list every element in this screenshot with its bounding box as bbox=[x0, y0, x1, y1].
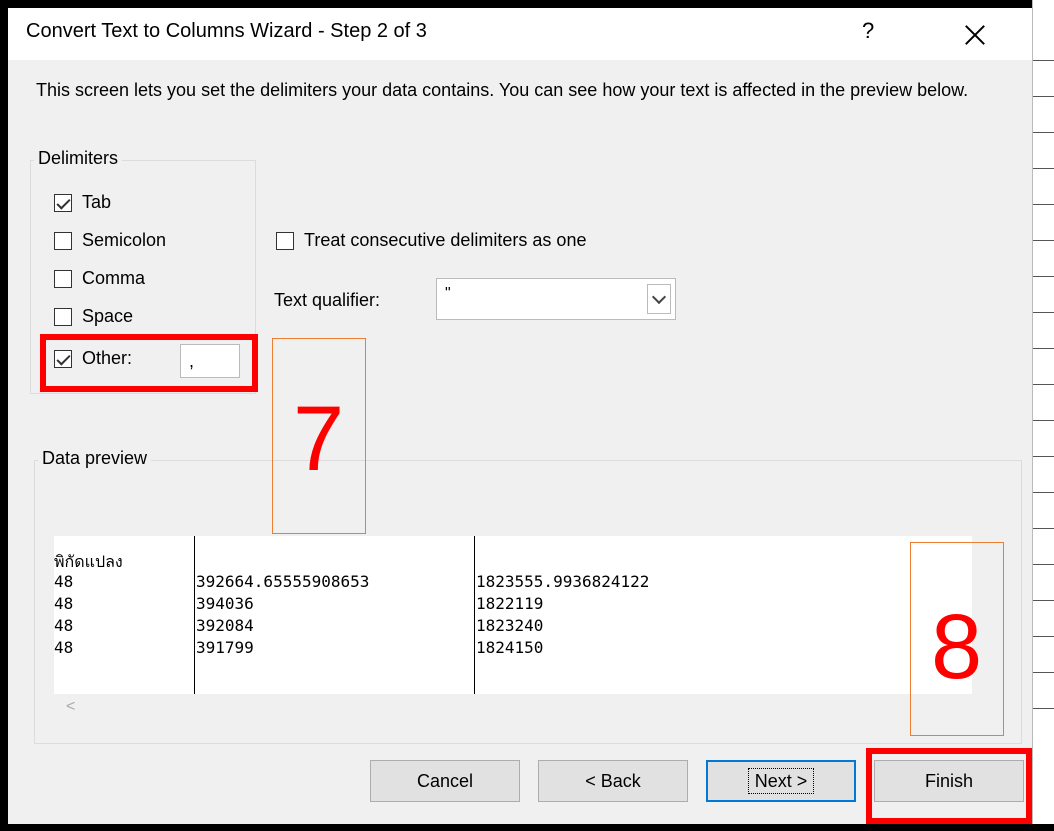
delimiter-space[interactable]: Space bbox=[54, 306, 133, 327]
preview-cell: 1822119 bbox=[476, 594, 544, 613]
callout-7-box: 7 bbox=[272, 338, 366, 534]
background-sheet-edge bbox=[1032, 0, 1054, 824]
checkbox-space[interactable] bbox=[54, 307, 72, 326]
column-separator[interactable] bbox=[474, 536, 475, 694]
callout-8-box: 8 bbox=[910, 542, 1004, 736]
horizontal-scrollbar[interactable]: < bbox=[54, 694, 972, 722]
preview-cell: 1823555.9936824122 bbox=[476, 572, 650, 591]
checkbox-comma[interactable] bbox=[54, 269, 72, 288]
next-button[interactable]: Next > bbox=[706, 760, 856, 802]
text-qualifier-value: " bbox=[445, 285, 451, 302]
preview-cell: 48 bbox=[54, 594, 74, 613]
delimiter-semicolon-label: Semicolon bbox=[82, 230, 167, 250]
column-separator[interactable] bbox=[194, 536, 195, 694]
preview-cell: 1824150 bbox=[476, 638, 544, 657]
preview-cell: 392084 bbox=[196, 616, 254, 635]
checkbox-semicolon[interactable] bbox=[54, 231, 72, 250]
text-qualifier-label: Text qualifier: bbox=[274, 290, 381, 310]
preview-cell: 391799 bbox=[196, 638, 254, 657]
cancel-button[interactable]: Cancel bbox=[370, 760, 520, 802]
title-bar: Convert Text to Columns Wizard - Step 2 … bbox=[8, 8, 1032, 60]
next-button-label: Next > bbox=[747, 768, 815, 794]
delimiter-comma-label: Comma bbox=[82, 268, 146, 288]
highlight-finish-box bbox=[866, 748, 1032, 824]
delimiter-tab[interactable]: Tab bbox=[54, 192, 111, 213]
callout-8-number: 8 bbox=[931, 596, 983, 698]
back-button[interactable]: < Back bbox=[538, 760, 688, 802]
delimiter-space-label: Space bbox=[82, 306, 134, 326]
consecutive-delimiters-option[interactable]: Treat consecutive delimiters as one bbox=[276, 230, 586, 251]
text-qualifier-select[interactable]: " bbox=[436, 278, 676, 320]
preview-cell: 48 bbox=[54, 572, 74, 591]
scroll-left-icon[interactable]: < bbox=[66, 698, 75, 716]
delimiter-comma[interactable]: Comma bbox=[54, 268, 145, 289]
chevron-down-icon[interactable] bbox=[647, 284, 671, 314]
intro-text: This screen lets you set the delimiters … bbox=[36, 80, 969, 100]
data-preview-grid[interactable]: พิกัดแปลง 48 392664.65555908653 1823555.… bbox=[54, 536, 972, 694]
delimiter-tab-label: Tab bbox=[82, 192, 112, 212]
convert-text-wizard-dialog: Convert Text to Columns Wizard - Step 2 … bbox=[8, 8, 1032, 824]
close-icon[interactable] bbox=[952, 14, 998, 54]
preview-cell: 48 bbox=[54, 638, 74, 657]
delimiter-semicolon[interactable]: Semicolon bbox=[54, 230, 166, 251]
preview-cell: 392664.65555908653 bbox=[196, 572, 370, 591]
preview-cell: 1823240 bbox=[476, 616, 544, 635]
dialog-title: Convert Text to Columns Wizard - Step 2 … bbox=[26, 20, 427, 42]
preview-cell: 394036 bbox=[196, 594, 254, 613]
preview-cell: 48 bbox=[54, 616, 74, 635]
data-preview-legend: Data preview bbox=[38, 448, 152, 469]
callout-7-number: 7 bbox=[293, 388, 345, 490]
checkbox-tab[interactable] bbox=[54, 193, 72, 212]
delimiters-legend: Delimiters bbox=[34, 148, 123, 169]
consecutive-label: Treat consecutive delimiters as one bbox=[304, 230, 587, 250]
highlight-other-box bbox=[40, 334, 258, 392]
checkbox-consecutive[interactable] bbox=[276, 231, 294, 250]
help-button[interactable]: ? bbox=[862, 18, 874, 44]
